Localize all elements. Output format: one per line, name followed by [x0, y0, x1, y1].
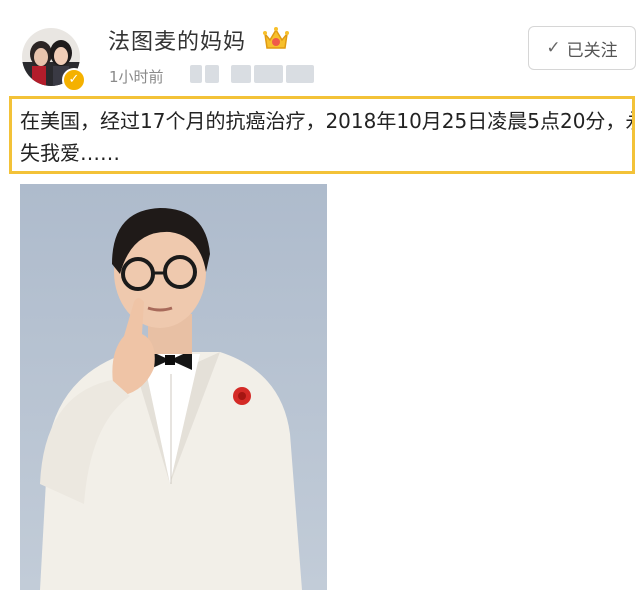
post-time: 1小时前	[109, 68, 164, 86]
post-photo[interactable]	[20, 184, 327, 590]
follow-label: 已关注	[566, 40, 618, 61]
post-text: 在美国，经过17个月的抗癌治疗，2018年10月25日凌晨5点20分，永失我爱……	[20, 109, 635, 165]
blurred-source	[190, 63, 315, 85]
highlighted-post-text: 在美国，经过17个月的抗癌治疗，2018年10月25日凌晨5点20分，永失我爱……	[9, 96, 635, 174]
verified-badge-icon: ✓	[62, 68, 86, 92]
follow-button[interactable]: ✓ 已关注	[528, 26, 636, 70]
user-name[interactable]: 法图麦的妈妈	[108, 24, 246, 56]
crown-icon	[263, 27, 289, 49]
weibo-post: ✓ 法图麦的妈妈 1小时前 ✓ 已关注 在美国，经过17个月的抗癌治疗，2018…	[0, 0, 640, 590]
check-icon: ✓	[546, 38, 561, 58]
